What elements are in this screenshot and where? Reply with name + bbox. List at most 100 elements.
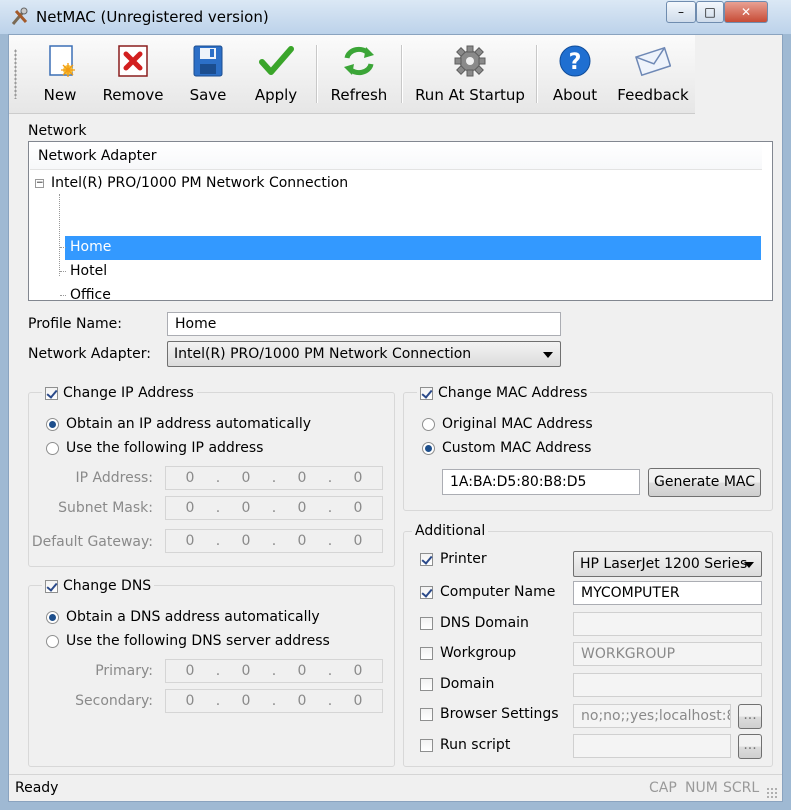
network-section-label: Network [28, 123, 87, 139]
new-button[interactable]: New [31, 41, 89, 107]
dns-auto-label: Obtain a DNS address automatically [66, 609, 320, 625]
ip-manual-radio[interactable] [46, 441, 59, 455]
original-mac-option[interactable]: Original MAC Address [422, 416, 593, 432]
dns-auto-radio[interactable] [46, 610, 59, 624]
ip-octet: 0 [241, 470, 251, 486]
run-script-checkbox[interactable] [420, 738, 433, 752]
maximize-button[interactable]: □ [696, 1, 724, 23]
computer-name-input[interactable]: MYCOMPUTER [573, 581, 762, 605]
tree-column-header[interactable]: Network Adapter [30, 143, 762, 170]
computer-name-checkbox[interactable] [420, 585, 433, 599]
domain-input[interactable] [573, 673, 762, 697]
printer-checkbox[interactable] [420, 552, 433, 566]
run-at-startup-label: Run At Startup [415, 86, 525, 104]
subnet-mask-label: Subnet Mask: [58, 500, 153, 516]
run-script-option[interactable]: Run script [420, 737, 510, 753]
run-script-browse-button[interactable]: ... [738, 734, 762, 759]
save-button[interactable]: Save [175, 41, 241, 107]
secondary-dns-label: Secondary: [75, 693, 153, 709]
about-button[interactable]: ? About [549, 41, 601, 107]
toolbar-separator [401, 45, 403, 103]
network-adapter-select[interactable]: Intel(R) PRO/1000 PM Network Connection [167, 341, 561, 367]
num-lock-indicator: NUM [685, 780, 718, 796]
ip-auto-option[interactable]: Obtain an IP address automatically [46, 416, 311, 432]
refresh-button[interactable]: Refresh [327, 41, 391, 107]
browser-settings-option[interactable]: Browser Settings [420, 706, 559, 722]
workgroup-option[interactable]: Workgroup [420, 645, 516, 661]
status-text: Ready [15, 780, 59, 796]
browser-settings-checkbox[interactable] [420, 707, 433, 721]
ip-octet: 0 [297, 693, 307, 709]
dns-auto-option[interactable]: Obtain a DNS address automatically [46, 609, 320, 625]
browser-settings-browse-button[interactable]: ... [738, 704, 762, 729]
dns-domain-checkbox[interactable] [420, 616, 433, 630]
tree-profile-hotel[interactable]: Hotel [70, 263, 107, 279]
tree-profile-home[interactable] [65, 236, 761, 260]
change-ip-checkbox[interactable] [45, 386, 58, 400]
ip-address-label: IP Address: [75, 470, 154, 486]
feedback-label: Feedback [617, 86, 689, 104]
computer-name-option[interactable]: Computer Name [420, 584, 555, 600]
tree-connector [60, 295, 66, 296]
computer-name-label: Computer Name [440, 584, 556, 600]
help-icon: ? [559, 45, 591, 77]
ip-octet: 0 [353, 533, 363, 549]
dns-manual-radio[interactable] [46, 634, 59, 648]
run-at-startup-button[interactable]: Run At Startup [413, 41, 527, 107]
ip-octet: 0 [297, 533, 307, 549]
toolbar: New Remove Save Apply Refresh Run At Sta… [9, 35, 695, 114]
scroll-lock-indicator: SCRL [723, 780, 760, 796]
printer-option[interactable]: Printer [420, 551, 487, 567]
ip-address-field[interactable]: 0.0.0.0 [165, 466, 383, 490]
ip-group-title[interactable]: Change IP Address [42, 385, 197, 401]
tree-connector [60, 247, 66, 248]
network-tree[interactable]: Network Adapter − Intel(R) PRO/1000 PM N… [28, 141, 773, 303]
mac-group-title[interactable]: Change MAC Address [417, 385, 591, 401]
primary-dns-field[interactable]: 0.0.0.0 [165, 659, 383, 683]
domain-checkbox[interactable] [420, 677, 433, 691]
domain-option[interactable]: Domain [420, 676, 494, 692]
workgroup-checkbox[interactable] [420, 646, 433, 660]
workgroup-input[interactable]: WORKGROUP [573, 642, 762, 666]
chevron-down-icon [744, 562, 754, 568]
secondary-dns-field[interactable]: 0.0.0.0 [165, 689, 383, 713]
run-script-input[interactable] [573, 734, 731, 758]
change-mac-checkbox[interactable] [420, 386, 433, 400]
tree-profile-office[interactable]: Office [70, 287, 111, 303]
generate-mac-button[interactable]: Generate MAC [648, 468, 761, 497]
toolbar-grip[interactable] [14, 49, 17, 99]
dns-domain-label: DNS Domain [440, 615, 529, 631]
floppy-disk-icon [193, 45, 223, 77]
minimize-button[interactable]: – [666, 1, 696, 23]
feedback-button[interactable]: Feedback [613, 41, 693, 107]
original-mac-radio[interactable] [422, 417, 435, 431]
profile-name-input[interactable]: Home [167, 312, 561, 336]
mac-address-input[interactable]: 1A:BA:D5:80:B8:D5 [442, 469, 640, 495]
dns-domain-input[interactable] [573, 612, 762, 636]
default-gateway-field[interactable]: 0.0.0.0 [165, 529, 383, 553]
about-label: About [552, 86, 598, 104]
dns-manual-option[interactable]: Use the following DNS server address [46, 633, 330, 649]
remove-button[interactable]: Remove [97, 41, 169, 107]
custom-mac-radio[interactable] [422, 441, 435, 455]
domain-label: Domain [440, 676, 495, 692]
ip-auto-radio[interactable] [46, 417, 59, 431]
title-bar[interactable]: NetMAC (Unregistered version) – □ ✕ [0, 0, 791, 34]
ip-octet: 0 [353, 500, 363, 516]
subnet-mask-field[interactable]: 0.0.0.0 [165, 496, 383, 520]
remove-icon [118, 45, 148, 77]
apply-button[interactable]: Apply [247, 41, 305, 107]
custom-mac-option[interactable]: Custom MAC Address [422, 440, 591, 456]
dns-domain-option[interactable]: DNS Domain [420, 615, 529, 631]
ip-octet: 0 [297, 470, 307, 486]
browser-settings-input[interactable]: no;no;;yes;localhost:8080 [573, 704, 731, 728]
ip-manual-option[interactable]: Use the following IP address [46, 440, 263, 456]
change-dns-label: Change DNS [63, 578, 152, 594]
change-dns-checkbox[interactable] [45, 579, 58, 593]
dns-group-title[interactable]: Change DNS [42, 578, 155, 594]
tree-adapter-node[interactable]: Intel(R) PRO/1000 PM Network Connection [51, 175, 348, 191]
collapse-toggle[interactable]: − [35, 179, 44, 188]
resize-grip-icon[interactable] [766, 787, 778, 799]
close-button[interactable]: ✕ [724, 1, 768, 23]
printer-select[interactable]: HP LaserJet 1200 Series [573, 551, 762, 577]
